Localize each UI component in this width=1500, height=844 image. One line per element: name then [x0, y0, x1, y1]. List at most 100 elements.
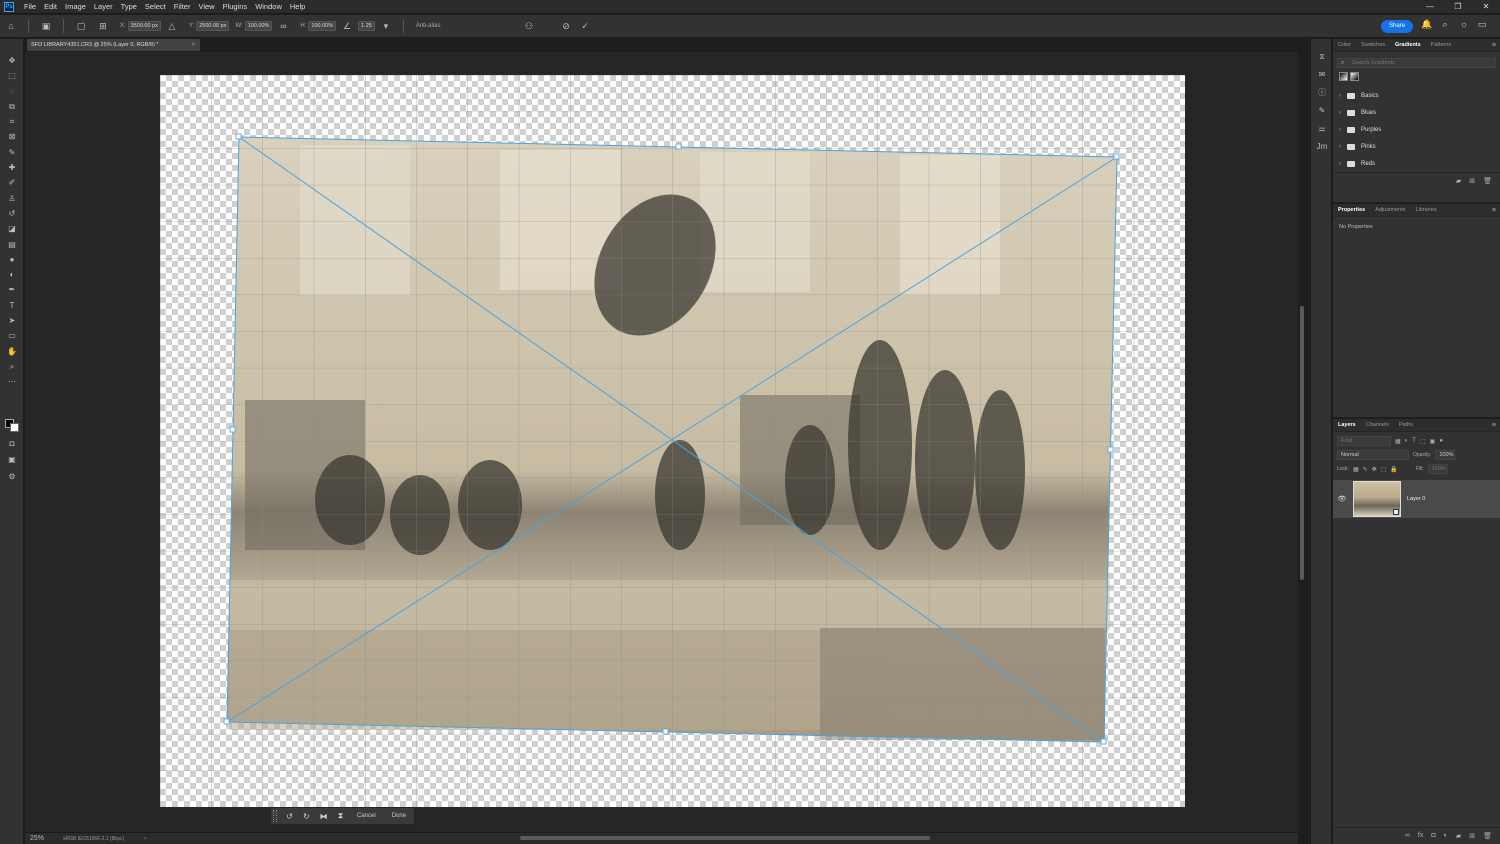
- new-group-icon[interactable]: ▰: [1456, 177, 1461, 185]
- lock-artboard-icon[interactable]: ⬚: [1381, 466, 1387, 473]
- fill-label: Fill:: [1415, 466, 1424, 472]
- blend-row: Normal Opacity: 100%: [1333, 448, 1500, 462]
- layer-row[interactable]: 👁 Layer 0: [1333, 480, 1500, 518]
- flip-vertical-icon[interactable]: ⧗: [332, 811, 349, 821]
- tab-layers[interactable]: Layers: [1333, 422, 1361, 428]
- folder-label: Blues: [1361, 109, 1377, 116]
- rotate-left-icon[interactable]: ↺: [281, 812, 298, 821]
- transform-overlay[interactable]: [0, 0, 1500, 844]
- tab-patterns[interactable]: Patterns: [1426, 42, 1456, 48]
- vertical-scrollbar[interactable]: [1300, 306, 1304, 580]
- panel-menu-icon[interactable]: ≡: [1492, 422, 1496, 429]
- smart-object-badge-icon: [1393, 509, 1399, 515]
- properties-panel-tabs: Properties Adjustments Libraries ≡: [1333, 204, 1500, 217]
- tab-gradients[interactable]: Gradients: [1390, 42, 1426, 48]
- lock-image-icon[interactable]: ✎: [1363, 466, 1368, 473]
- gradient-swatch[interactable]: [1350, 72, 1359, 81]
- tab-adjustments[interactable]: Adjustments: [1370, 207, 1410, 213]
- comments-icon[interactable]: ✉: [1311, 67, 1333, 83]
- folder-icon: [1347, 143, 1355, 150]
- layer-name[interactable]: Layer 0: [1407, 496, 1425, 502]
- zoom-level[interactable]: 25%: [25, 835, 55, 842]
- layers-panel: Layers Channels Paths ≡ Kind ▦ ◐ T ⬚ ▣ ●…: [1333, 419, 1500, 844]
- lock-transparent-icon[interactable]: ▦: [1353, 466, 1359, 473]
- blend-mode-select[interactable]: Normal: [1337, 450, 1409, 460]
- folder-label: Purples: [1361, 126, 1382, 133]
- adjustment-filter-icon[interactable]: ◐: [1405, 438, 1409, 444]
- lock-label: Lock:: [1337, 466, 1349, 472]
- delete-icon[interactable]: 🗑: [1483, 832, 1492, 840]
- gradients-panel: Color Swatches Gradients Patterns ≡ ⌕ Se…: [1333, 39, 1500, 202]
- color-panel-tabs: Color Swatches Gradients Patterns ≡: [1333, 39, 1500, 52]
- layers-panel-footer: ∞ fx ◘ ◐ ▰ ⊞ 🗑: [1333, 827, 1500, 844]
- history-icon[interactable]: ⧖: [1311, 49, 1333, 65]
- delete-icon[interactable]: 🗑: [1483, 177, 1492, 185]
- fill-input[interactable]: 100%: [1427, 464, 1448, 474]
- chevron-right-icon[interactable]: ›: [1339, 110, 1347, 116]
- recent-gradients: [1339, 72, 1494, 81]
- pixel-filter-icon[interactable]: ▦: [1395, 438, 1401, 445]
- new-layer-icon[interactable]: ⊞: [1469, 832, 1475, 840]
- gradients-panel-footer: ▰ ⊞ 🗑: [1333, 172, 1500, 189]
- drag-handle[interactable]: [273, 810, 277, 822]
- search-icon: ⌕: [1341, 60, 1345, 66]
- no-properties-text: No Properties: [1339, 224, 1373, 230]
- lock-position-icon[interactable]: ✥: [1372, 466, 1377, 473]
- layer-style-icon[interactable]: fx: [1418, 832, 1423, 840]
- gradient-folder-blues[interactable]: › Blues: [1333, 104, 1500, 121]
- filter-toggle-icon[interactable]: ●: [1439, 438, 1443, 444]
- shape-filter-icon[interactable]: ⬚: [1420, 438, 1426, 445]
- tab-properties[interactable]: Properties: [1333, 207, 1370, 213]
- smart-object-filter-icon[interactable]: ▣: [1430, 438, 1436, 445]
- gradient-folder-reds[interactable]: › Reds: [1333, 155, 1500, 172]
- type-filter-icon[interactable]: T: [1412, 438, 1416, 444]
- tab-swatches[interactable]: Swatches: [1356, 42, 1390, 48]
- chevron-right-icon[interactable]: ›: [1339, 93, 1347, 99]
- info-icon[interactable]: ⓘ: [1311, 85, 1333, 101]
- layers-panel-tabs: Layers Channels Paths ≡: [1333, 419, 1500, 432]
- tab-color[interactable]: Color: [1333, 42, 1356, 48]
- tab-libraries[interactable]: Libraries: [1410, 207, 1441, 213]
- opacity-input[interactable]: 100%: [1435, 450, 1456, 460]
- chevron-right-icon[interactable]: ›: [1339, 161, 1347, 167]
- panel-menu-icon[interactable]: ≡: [1492, 42, 1496, 49]
- lock-all-icon[interactable]: 🔒: [1390, 466, 1397, 473]
- glyphs-icon[interactable]: Jm: [1311, 139, 1333, 155]
- pixel-grid: [160, 75, 1185, 807]
- new-adjustment-icon[interactable]: ◐: [1444, 832, 1448, 840]
- gradient-swatch[interactable]: [1339, 72, 1348, 81]
- kind-filter-select[interactable]: Kind: [1337, 436, 1391, 446]
- folder-icon: [1347, 126, 1355, 133]
- lock-row: Lock: ▦ ✎ ✥ ⬚ 🔒 Fill: 100%: [1333, 462, 1500, 476]
- add-mask-icon[interactable]: ◘: [1431, 832, 1435, 840]
- folder-icon: [1347, 160, 1355, 167]
- gradient-search-input[interactable]: ⌕ Search Gradients: [1337, 58, 1496, 68]
- brushes-icon[interactable]: ✎: [1311, 103, 1333, 119]
- done-button[interactable]: Done: [384, 813, 414, 819]
- gradient-folder-basics[interactable]: › Basics: [1333, 87, 1500, 104]
- gradient-folder-pinks[interactable]: › Pinks: [1333, 138, 1500, 155]
- opacity-label: Opacity:: [1413, 452, 1432, 458]
- folder-label: Basics: [1361, 92, 1379, 99]
- panel-menu-icon[interactable]: ≡: [1492, 207, 1496, 214]
- chevron-right-icon[interactable]: ›: [1339, 144, 1347, 150]
- adjustments-icon[interactable]: ⚌: [1311, 121, 1333, 137]
- cancel-button[interactable]: Cancel: [349, 813, 384, 819]
- folder-label: Reds: [1361, 160, 1376, 167]
- flip-horizontal-icon[interactable]: ⧓: [315, 812, 332, 821]
- new-group-icon[interactable]: ▰: [1456, 832, 1461, 840]
- link-layers-icon[interactable]: ∞: [1405, 832, 1410, 840]
- layer-filter-row: Kind ▦ ◐ T ⬚ ▣ ●: [1333, 434, 1500, 448]
- new-gradient-icon[interactable]: ⊞: [1469, 177, 1475, 185]
- document-profile[interactable]: sRGB IEC61966-2.1 (8bpc): [63, 836, 124, 842]
- visibility-eye-icon[interactable]: 👁: [1333, 495, 1351, 503]
- tab-paths[interactable]: Paths: [1394, 422, 1418, 428]
- chevron-right-icon[interactable]: ›: [1339, 127, 1347, 133]
- layer-thumbnail: [1353, 481, 1401, 517]
- gradient-folder-purples[interactable]: › Purples: [1333, 121, 1500, 138]
- folder-label: Pinks: [1361, 143, 1376, 150]
- horizontal-scrollbar[interactable]: [520, 836, 930, 840]
- rotate-right-icon[interactable]: ↻: [298, 812, 315, 821]
- chevron-right-icon[interactable]: ›: [144, 836, 146, 842]
- tab-channels[interactable]: Channels: [1361, 422, 1394, 428]
